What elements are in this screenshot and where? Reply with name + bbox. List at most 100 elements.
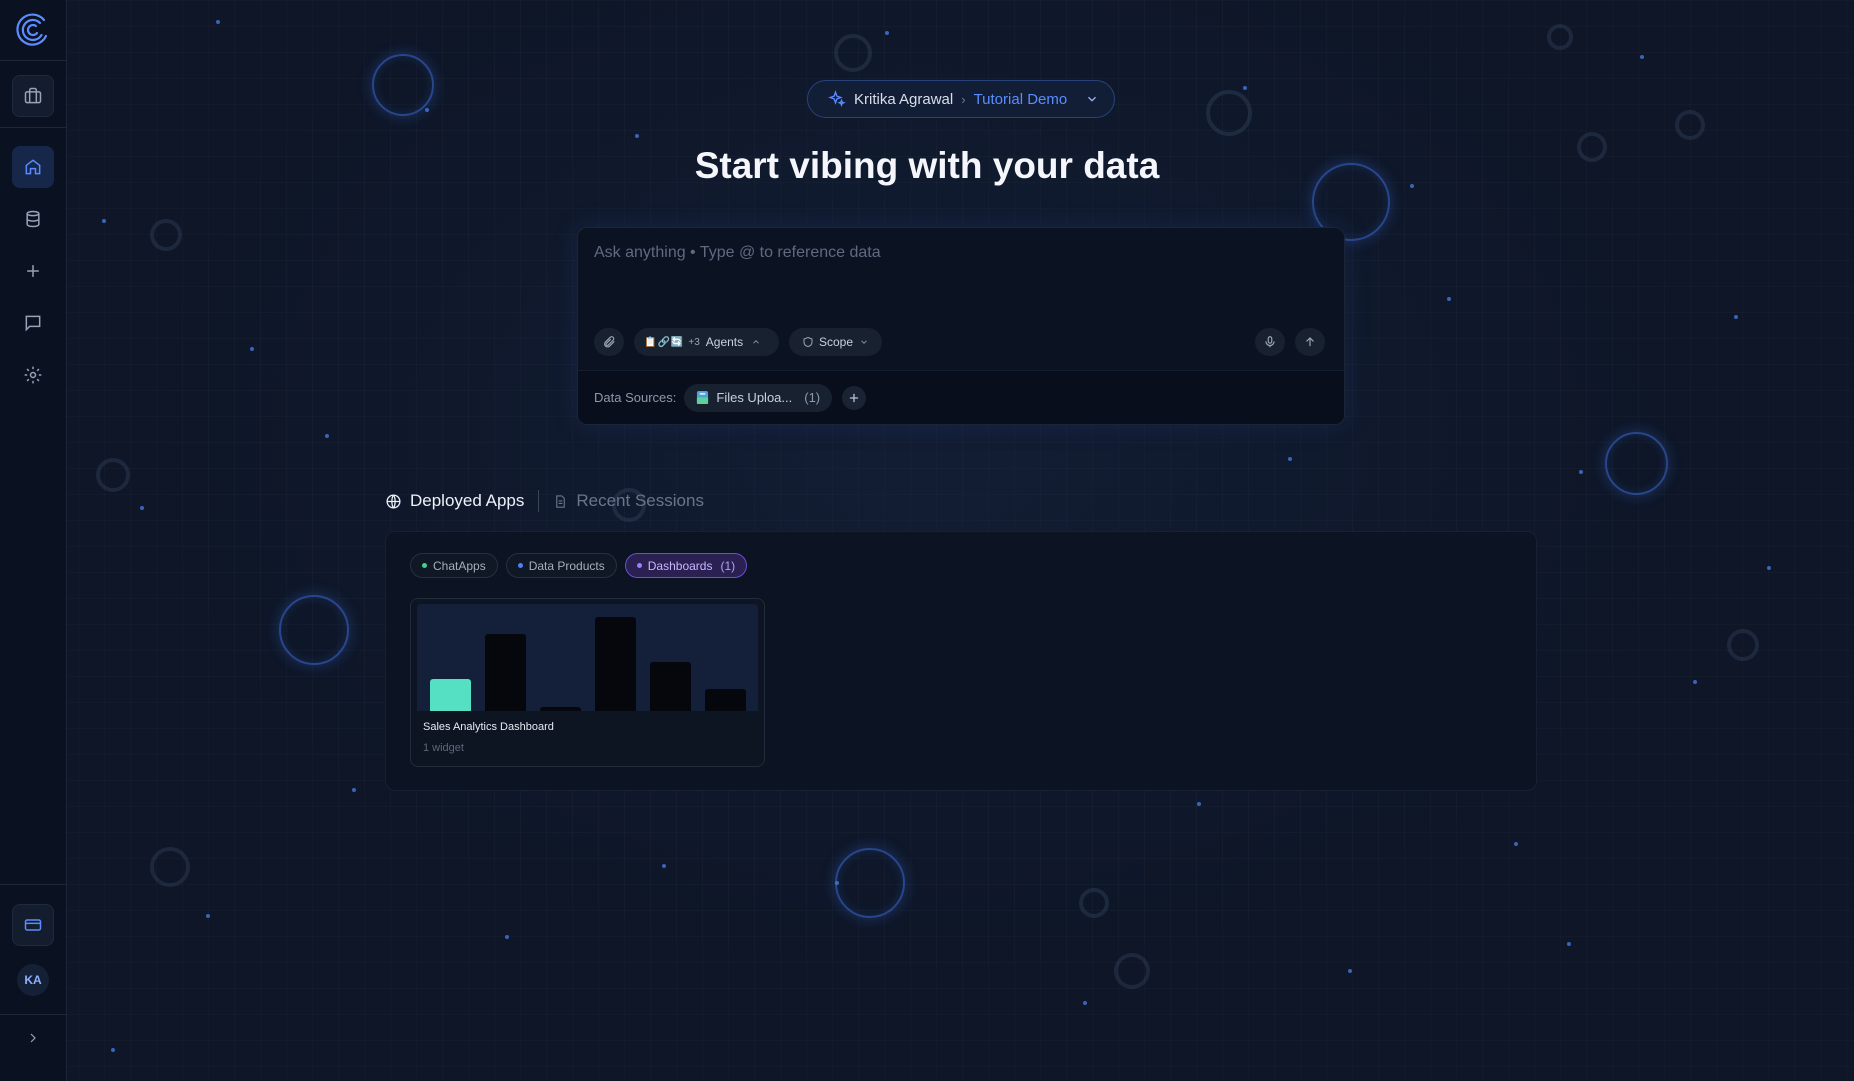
- decor-ring: [1605, 432, 1668, 495]
- status-dot: [422, 563, 427, 568]
- decor-dot: [1447, 297, 1451, 301]
- filter-chatapps[interactable]: ChatApps: [410, 553, 498, 578]
- decor-ring: [150, 847, 190, 887]
- chevron-down-icon: [1088, 96, 1097, 102]
- sidebar-item-new[interactable]: [12, 250, 54, 292]
- prompt-input[interactable]: [594, 244, 1294, 262]
- thumbnail-bar: [540, 707, 581, 711]
- paperclip-icon: [604, 336, 615, 348]
- app-card-title: Sales Analytics Dashboard: [423, 721, 554, 733]
- sidebar-divider: [0, 1014, 66, 1015]
- decor-ring: [1675, 110, 1705, 140]
- avatar[interactable]: KA: [17, 964, 49, 996]
- status-dot: [636, 563, 642, 568]
- decor-dot: [206, 914, 210, 918]
- decor-dot: [1734, 315, 1738, 319]
- data-source-chip[interactable]: Files Uploa... (1): [684, 383, 833, 412]
- decor-dot: [1348, 969, 1352, 973]
- app-type-filters: ChatApps Data Products Dashboards (1): [410, 553, 748, 578]
- add-data-source-button[interactable]: [842, 385, 867, 410]
- message-icon: [25, 315, 41, 332]
- sidebar-item-workspace[interactable]: [12, 75, 54, 117]
- agents-label: Agents: [705, 335, 744, 349]
- app-logo-icon[interactable]: [14, 12, 50, 48]
- shield-icon: [803, 336, 813, 348]
- decor-dot: [425, 108, 429, 112]
- workspace-breadcrumb[interactable]: Kritika Agrawal › Tutorial Demo: [807, 80, 1115, 118]
- arrow-up-icon: [1306, 337, 1314, 347]
- send-button[interactable]: [1295, 328, 1325, 356]
- app-tabs: Deployed Apps Recent Sessions: [385, 490, 704, 512]
- decor-dot: [140, 506, 144, 510]
- data-sources-bar: Data Sources: Files Uploa... (1): [578, 370, 1344, 424]
- decor-dot: [1514, 842, 1518, 846]
- decor-dot: [352, 788, 356, 792]
- breadcrumb-user: Kritika Agrawal: [854, 90, 954, 108]
- tab-deployed-apps[interactable]: Deployed Apps: [385, 491, 524, 511]
- agent-icons: 📋🔗🔄: [644, 336, 685, 348]
- plus-icon: [850, 393, 859, 402]
- decor-dot: [505, 935, 509, 939]
- decor-dot: [662, 864, 666, 868]
- tab-divider: [538, 490, 540, 512]
- chevron-up-icon: [753, 340, 759, 344]
- thumbnail-bar: [650, 662, 691, 711]
- data-source-count: (1): [804, 390, 821, 405]
- decor-dot: [1083, 1001, 1087, 1005]
- decor-ring: [835, 848, 905, 918]
- tab-recent-sessions[interactable]: Recent Sessions: [553, 491, 704, 511]
- sidebar-item-billing[interactable]: [12, 904, 54, 946]
- thumbnail-bar: [595, 617, 636, 711]
- thumbnail-bar: [705, 689, 746, 711]
- decor-ring: [279, 595, 349, 665]
- data-sources-label: Data Sources:: [594, 390, 677, 405]
- filter-label: ChatApps: [433, 558, 486, 573]
- breadcrumb-separator: ›: [961, 91, 966, 107]
- decor-dot: [635, 134, 639, 138]
- decor-dot: [1579, 470, 1583, 474]
- agents-selector[interactable]: 📋🔗🔄 +3 Agents: [634, 328, 779, 356]
- sidebar-expand-button[interactable]: [12, 1018, 54, 1058]
- database-icon: [26, 210, 40, 228]
- attach-button[interactable]: [594, 328, 624, 356]
- tab-label: Recent Sessions: [576, 491, 704, 510]
- scope-selector[interactable]: Scope: [789, 328, 882, 356]
- decor-dot: [1567, 942, 1571, 946]
- app-card[interactable]: Sales Analytics Dashboard 1 widget: [410, 598, 765, 767]
- decor-dot: [1243, 86, 1247, 90]
- decor-dot: [835, 881, 839, 885]
- decor-ring: [1114, 953, 1150, 989]
- data-source-name: Files Uploa...: [716, 390, 793, 405]
- status-dot: [517, 563, 523, 568]
- filter-data-products[interactable]: Data Products: [505, 553, 617, 578]
- voice-input-button[interactable]: [1255, 328, 1285, 356]
- plus-icon: [27, 265, 39, 277]
- file-upload-icon: [697, 391, 709, 404]
- sidebar-divider: [0, 60, 66, 61]
- microphone-icon: [1265, 336, 1275, 348]
- decor-dot: [1197, 802, 1201, 806]
- sidebar-item-settings[interactable]: [12, 354, 54, 396]
- briefcase-icon: [24, 87, 42, 104]
- decor-dot: [250, 347, 254, 351]
- chevron-down-icon: [861, 340, 867, 344]
- filter-count: (1): [720, 558, 736, 573]
- sidebar-divider: [0, 884, 66, 885]
- sidebar-divider: [0, 127, 66, 128]
- filter-dashboards[interactable]: Dashboards (1): [624, 553, 748, 578]
- app-card-subtitle: 1 widget: [423, 742, 464, 754]
- filter-label: Dashboards: [647, 558, 713, 573]
- prompt-composer: 📋🔗🔄 +3 Agents Scope Data Sources: Files …: [577, 227, 1345, 425]
- sidebar-item-chats[interactable]: [12, 302, 54, 344]
- decor-dot: [1640, 55, 1644, 59]
- globe-icon: [386, 493, 401, 509]
- scope-label: Scope: [818, 335, 854, 349]
- decor-dot: [885, 31, 889, 35]
- decor-ring: [1547, 24, 1573, 50]
- breadcrumb-project: Tutorial Demo: [973, 90, 1068, 108]
- dashboard-thumbnail: [417, 604, 758, 711]
- decor-dot: [102, 219, 106, 223]
- sidebar-item-data[interactable]: [12, 198, 54, 240]
- decor-dot: [1767, 566, 1771, 570]
- decor-ring: [150, 219, 182, 251]
